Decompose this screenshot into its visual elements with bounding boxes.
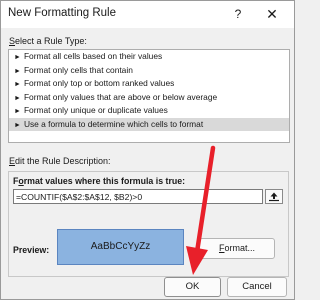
bullet-arrow-icon: ► [14,121,21,129]
rule-description-label: Edit the Rule Description: [9,156,111,166]
rule-type-label: Select a Rule Type: [9,36,87,46]
collapse-dialog-button[interactable] [265,189,283,204]
rule-type-item-label: Format only values that are above or bel… [23,91,218,102]
formula-input[interactable]: =COUNTIF($A$2:$A$12, $B2)>0 [13,189,263,204]
title-bar: New Formatting Rule ? ✕ [1,1,294,28]
format-button[interactable]: Format... [199,238,275,259]
bullet-arrow-icon: ► [14,67,21,75]
format-label-rest: ormat... [224,243,255,253]
rule-type-list[interactable]: ► Format all cells based on their values ►… [8,49,290,143]
cancel-button[interactable]: Cancel [227,277,287,297]
rule-description-panel: Format values where this formula is true… [8,171,289,277]
bullet-arrow-icon: ► [14,81,21,88]
rule-type-item-label: Use a formula to determine which cells t… [23,118,204,129]
ok-button[interactable]: OK [164,277,221,297]
close-icon[interactable]: ✕ [263,5,281,23]
format-button-label: Format... [219,243,255,253]
rule-type-item[interactable]: ► Use a formula to determine which cells … [9,117,289,131]
rule-type-item[interactable]: ► Format only cells that contain [9,64,289,78]
rule-type-item-label: Format only unique or duplicate values [23,105,168,115]
rule-type-item[interactable]: ► Format only top or bottom ranked values [9,77,289,91]
preview-sample: AaBbCcYyZz [57,229,184,265]
rule-description-label-rest: dit the Rule Description: [15,156,111,166]
formula-label-rest: rmat values where this formula is true: [23,176,186,186]
rule-type-item[interactable]: ► Format only values that are above or be… [9,91,289,105]
formula-label: Format values where this formula is true… [13,176,185,186]
rule-type-label-rest: elect a Rule Type: [15,36,87,46]
help-icon[interactable]: ? [230,5,246,23]
new-formatting-rule-dialog: New Formatting Rule ? ✕ Select a Rule Ty… [0,0,295,300]
rule-type-item-label: Format all cells based on their values [23,51,163,61]
rule-type-item-label: Format only cells that contain [23,64,133,75]
bullet-arrow-icon: ► [14,54,21,61]
bullet-arrow-icon: ► [14,108,21,115]
rule-type-item[interactable]: ► Format all cells based on their values [9,50,289,64]
preview-label: Preview: [13,245,50,255]
rule-type-item-label: Format only top or bottom ranked values [23,78,175,88]
bullet-arrow-icon: ► [14,94,21,102]
dialog-title: New Formatting Rule [8,7,117,19]
rule-type-item[interactable]: ► Format only unique or duplicate values [9,104,289,118]
collapse-arrow-icon [269,192,279,202]
